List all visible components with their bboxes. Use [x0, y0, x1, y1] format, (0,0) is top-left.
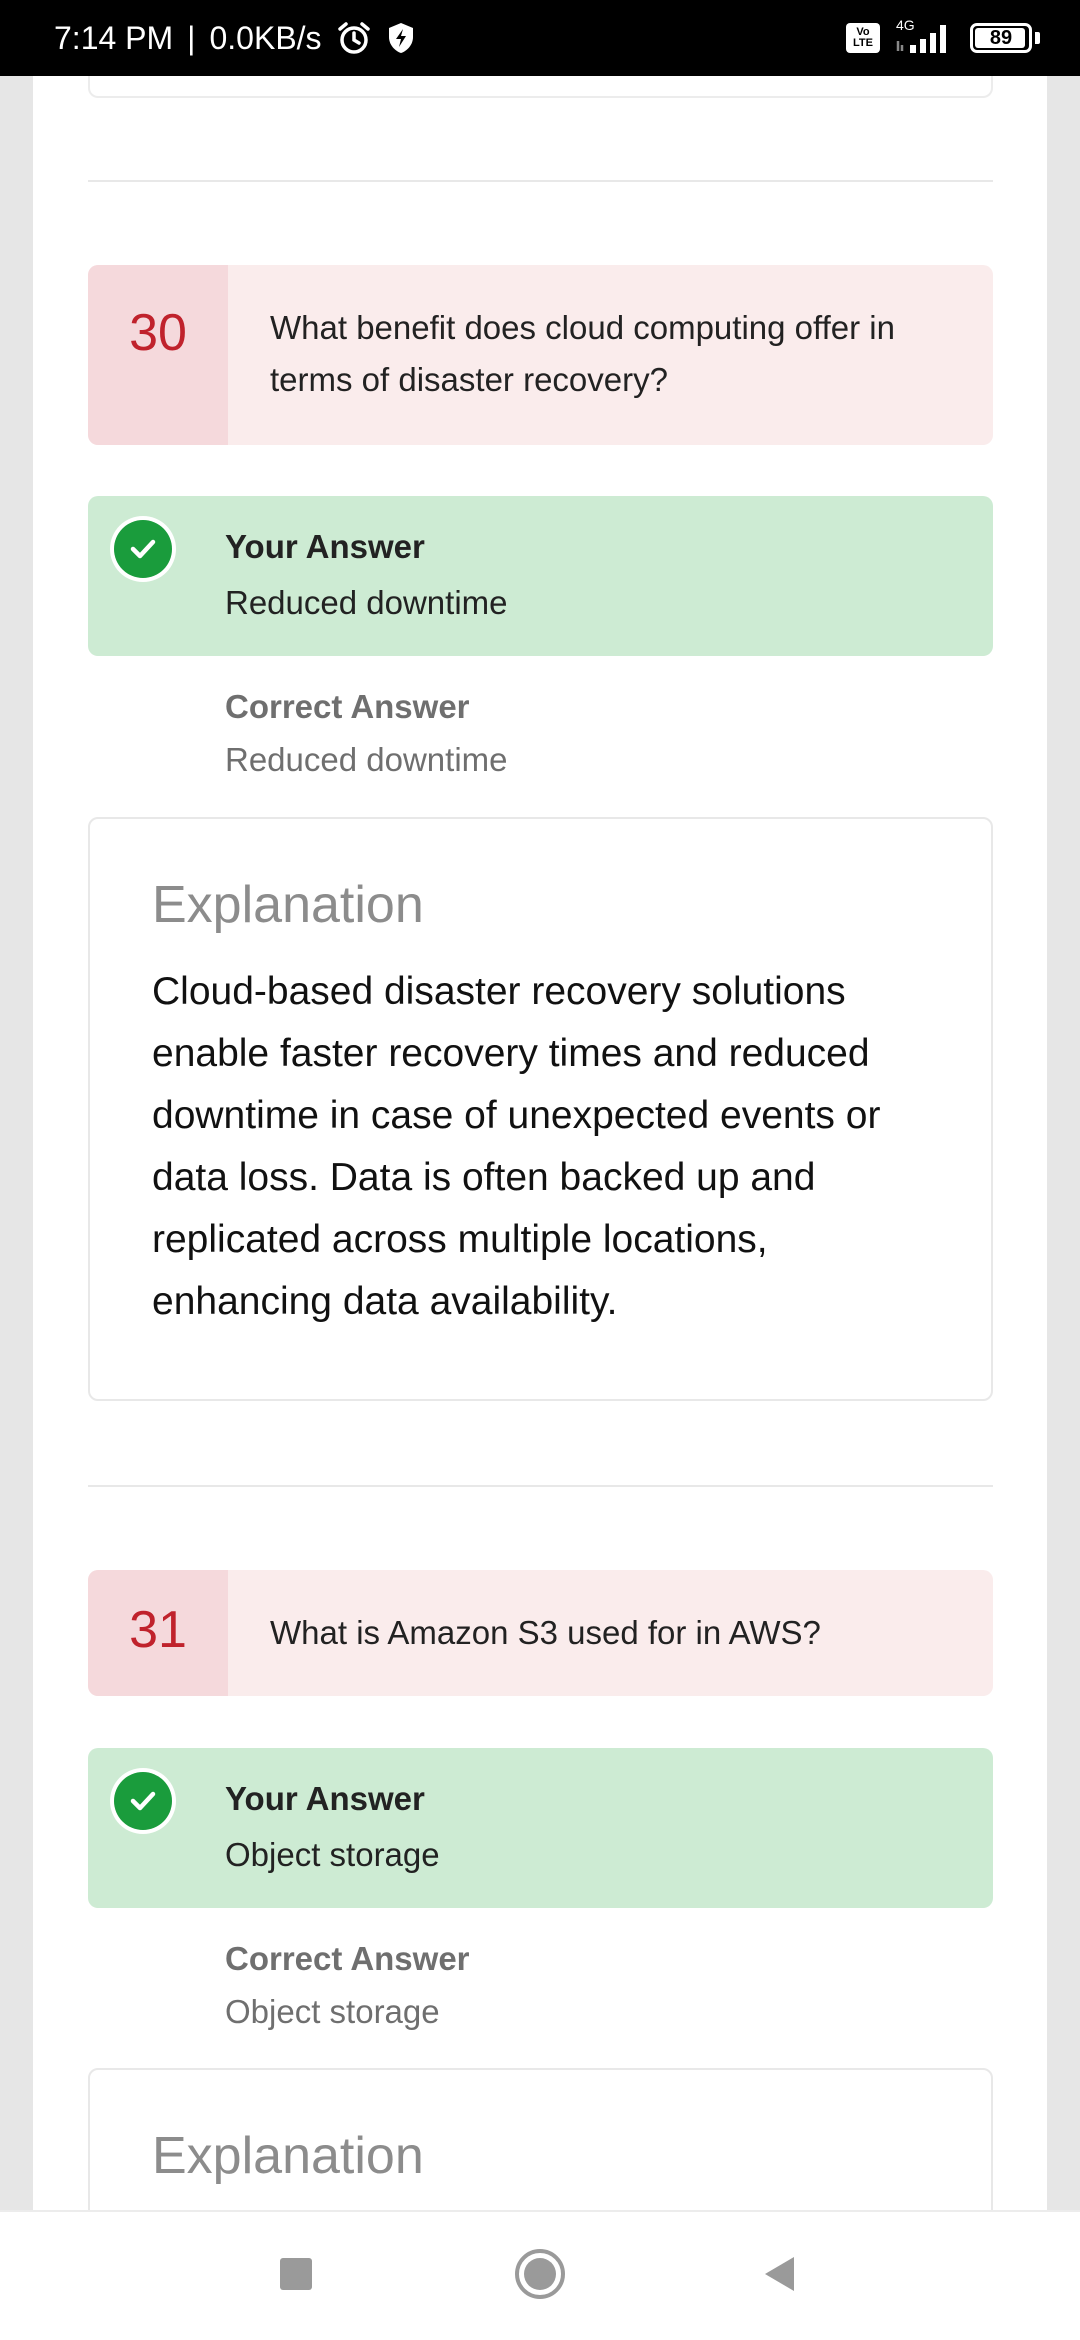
status-right: Vo LTE 4G 89 [846, 0, 1040, 76]
question-number: 31 [88, 1570, 228, 1696]
correct-answer-label: Correct Answer [225, 1940, 470, 1977]
question-text: What benefit does cloud computing offer … [270, 309, 895, 398]
signal-icon: 4G [894, 17, 956, 55]
battery-icon: 89 [970, 23, 1032, 53]
explanation-title: Explanation [152, 2127, 424, 2185]
question-text: What is Amazon S3 used for in AWS? [270, 1614, 821, 1651]
check-circle-icon [110, 1768, 176, 1834]
results-page[interactable]: 30 What benefit does cloud computing off… [33, 76, 1047, 2210]
correct-answer-label: Correct Answer [225, 688, 470, 725]
triangle-back-icon [760, 2254, 800, 2299]
correct-answer-value: Reduced downtime [225, 741, 508, 778]
your-answer-value: Reduced downtime [225, 584, 508, 621]
alarm-icon [336, 20, 372, 56]
status-separator: | [187, 19, 196, 56]
recents-button[interactable] [246, 2212, 346, 2340]
question-divider [88, 1485, 993, 1487]
your-answer-label: Your Answer [225, 528, 425, 565]
status-time: 7:14 PM [54, 19, 174, 56]
explanation-card: Explanation Cloud-based disaster recover… [88, 817, 993, 1401]
network-type: 4G [896, 17, 915, 33]
shield-bolt-icon [386, 21, 416, 55]
question-number: 30 [88, 265, 228, 445]
battery-level: 89 [989, 26, 1013, 49]
your-answer-label: Your Answer [225, 1780, 425, 1817]
explanation-card: Explanation [88, 2068, 993, 2210]
explanation-text: Cloud-based disaster recovery solutions … [152, 970, 881, 1323]
your-answer-value: Object storage [225, 1836, 440, 1873]
status-bar: 7:14 PM | 0.0KB/s Vo LTE 4G 89 [0, 0, 1080, 76]
question-card: 30 What benefit does cloud computing off… [88, 265, 993, 445]
your-answer-box: Your Answer Reduced downtime [88, 496, 993, 656]
correct-answer-value: Object storage [225, 1993, 440, 2030]
question-divider [88, 180, 993, 182]
your-answer-box: Your Answer Object storage [88, 1748, 993, 1908]
previous-explanation-card [88, 76, 993, 98]
volte-icon: Vo LTE [846, 23, 880, 53]
home-button[interactable] [490, 2212, 590, 2340]
system-nav-bar [0, 2210, 1080, 2340]
question-card: 31 What is Amazon S3 used for in AWS? [88, 1570, 993, 1696]
circle-icon [514, 2248, 566, 2305]
volte-bottom: LTE [853, 37, 873, 49]
status-left: 7:14 PM | 0.0KB/s [54, 0, 416, 76]
explanation-title: Explanation [152, 876, 424, 934]
back-button[interactable] [730, 2212, 830, 2340]
battery-cap [1035, 32, 1040, 44]
status-net-speed: 0.0KB/s [209, 19, 322, 56]
check-circle-icon [110, 516, 176, 582]
square-icon [279, 2257, 313, 2296]
